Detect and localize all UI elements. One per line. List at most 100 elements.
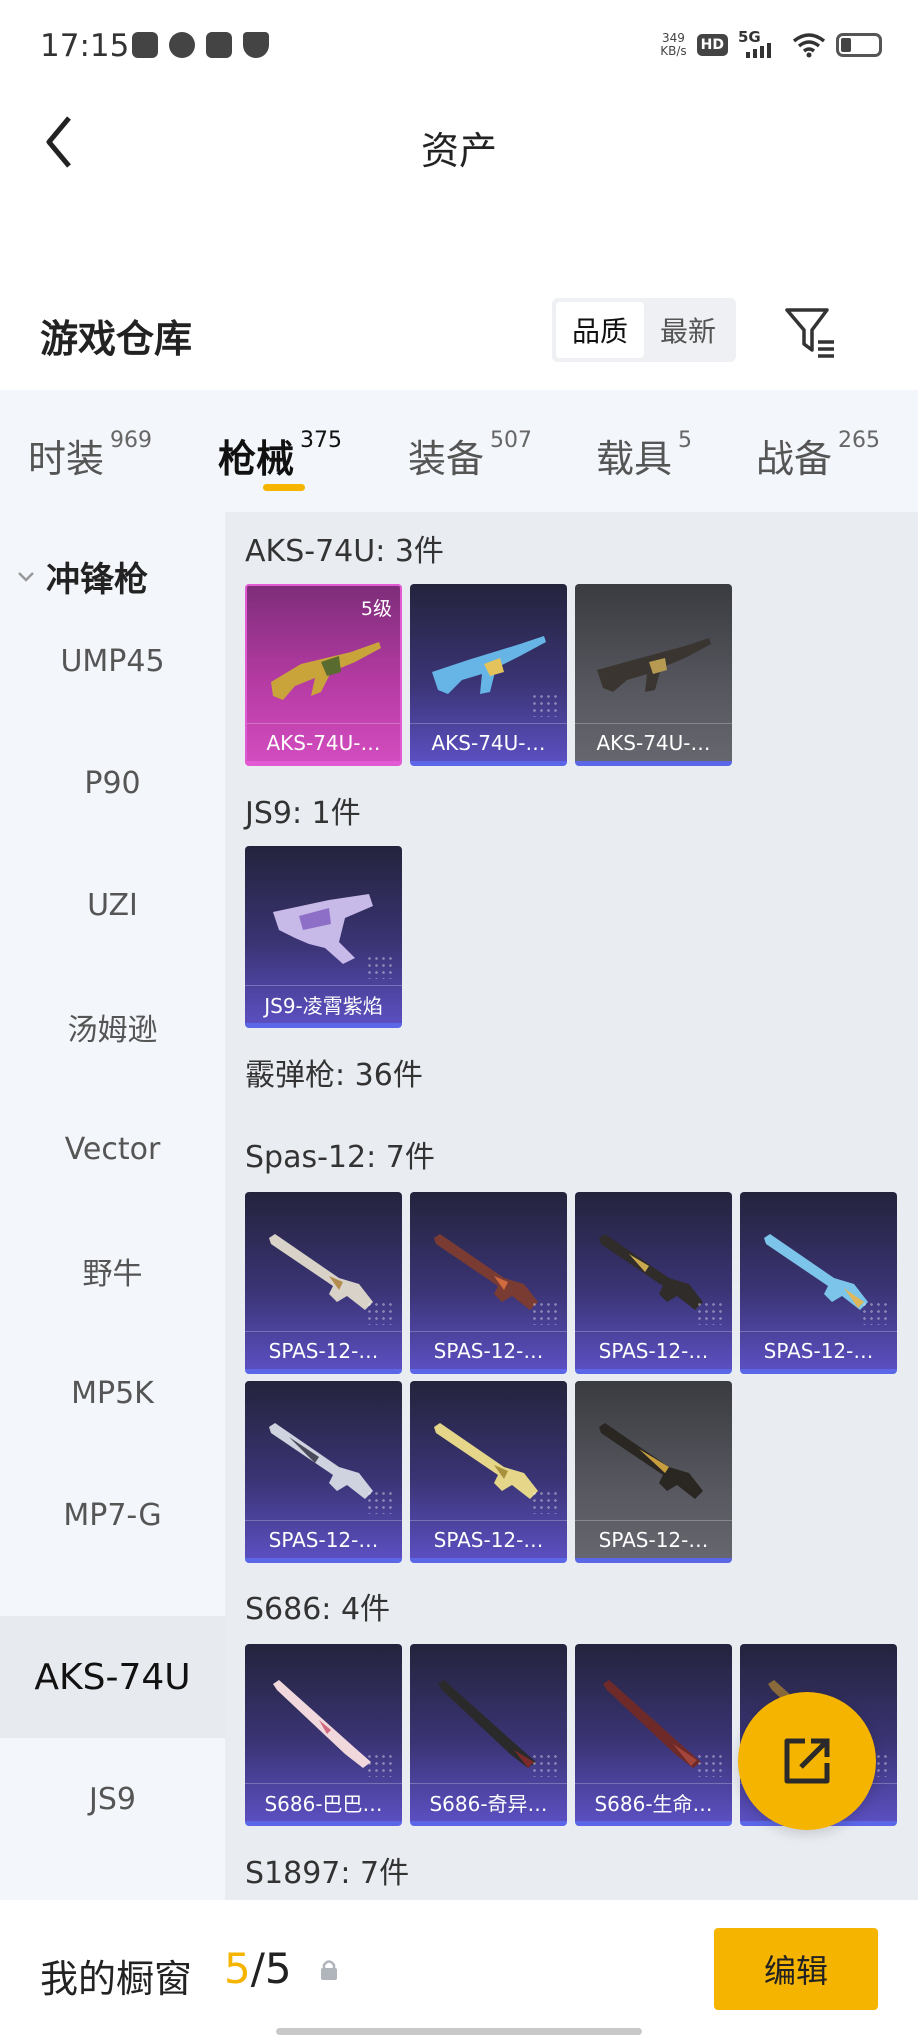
tab-equipment[interactable]: 装备 507 [408,428,532,483]
sidebar-item-uzi[interactable]: UZI [0,844,225,966]
weapon-card-name: SPAS-12-… [575,1331,732,1369]
card-pattern [696,1753,726,1777]
section-title-js9: JS9: 1件 [245,796,361,831]
cat-app-icon [169,32,195,58]
tab-label: 装备 [408,437,485,481]
tab-count: 5 [678,428,693,453]
tab-count: 375 [300,428,343,453]
weapon-card[interactable]: JS9-凌霄紫焰 [245,846,402,1028]
home-indicator[interactable] [276,2028,642,2035]
showcase-total: 5 [264,1944,292,1993]
sort-latest-button[interactable]: 最新 [644,302,732,358]
filter-button[interactable] [782,304,838,360]
showcase-bar: 我的橱窗 5/5 编辑 [0,1900,918,2040]
weapon-card[interactable]: 5级 AKS-74U-… [245,584,402,766]
sidebar-item-thompson[interactable]: 汤姆逊 [0,966,225,1088]
shotgun-skin-icon [599,1423,703,1499]
tab-supplies[interactable]: 战备 265 [756,428,880,483]
card-pattern [366,1490,396,1514]
tab-label: 载具 [596,437,673,481]
card-pattern [531,1490,561,1514]
weapon-card-name: SPAS-12-… [245,1520,402,1558]
tab-fashion[interactable]: 时装 969 [28,428,152,483]
weapon-card-name: AKS-74U-… [575,723,732,761]
status-bar: 17:15 349 KB/s HD 5G [0,0,918,92]
message-icon [132,32,158,58]
section-title-aks74u: AKS-74U: 3件 [245,534,444,569]
weapon-card-name: S686-生命… [575,1783,732,1821]
sidebar-item-ump45[interactable]: UMP45 [0,600,225,722]
weapon-card-name: SPAS-12-… [410,1520,567,1558]
weapon-card[interactable]: SPAS-12-… [245,1381,402,1563]
active-tab-indicator [263,484,305,491]
card-pattern [861,1301,891,1325]
page-title: 资产 [420,129,497,173]
tab-count: 969 [110,428,153,453]
weapon-card-name: SPAS-12-… [410,1331,567,1369]
edit-button[interactable]: 编辑 [714,1928,878,2010]
card-pattern [366,955,396,979]
sort-quality-button[interactable]: 品质 [556,302,644,358]
weapon-card[interactable]: SPAS-12-… [410,1381,567,1563]
warehouse-header: 游戏仓库 品质 最新 [0,290,918,380]
chevron-down-icon [18,571,34,582]
card-pattern [531,1301,561,1325]
net-speed-unit: KB/s [660,44,687,58]
tab-label: 时装 [28,437,105,481]
system-icons: 349 KB/s HD 5G [660,28,882,60]
tab-label: 枪械 [218,437,295,481]
weapon-card-name: JS9-凌霄紫焰 [245,985,402,1023]
weapon-card[interactable]: AKS-74U-… [410,584,567,766]
weapon-card-name: S686-巴巴… [245,1783,402,1821]
section-title-s686: S686: 4件 [245,1592,391,1627]
sidebar-item-mp5k[interactable]: MP5K [0,1332,225,1454]
section-title-spas12: Spas-12: 7件 [245,1140,435,1175]
battery-icon [836,33,882,57]
hd-icon: HD [696,34,728,56]
sidebar-item-p90[interactable]: P90 [0,722,225,844]
weapon-card[interactable]: S686-奇异… [410,1644,567,1826]
weapon-card[interactable]: S686-生命… [575,1644,732,1826]
section-title-shotgun: 霰弹枪: 36件 [245,1058,423,1093]
rifle-skin-icon [597,638,711,692]
weapon-card-name: AKS-74U-… [410,723,567,761]
app-icon [206,32,232,58]
sidebar-item-mp7g[interactable]: MP7-G [0,1454,225,1576]
sidebar-group-smg[interactable]: 冲锋枪 [16,552,148,601]
rifle-skin-icon [271,642,381,700]
weapon-card-name: AKS-74U-… [247,723,400,761]
tab-count: 507 [490,428,533,453]
weapon-card[interactable]: SPAS-12-… [575,1192,732,1374]
app-header: 资产 [0,92,918,192]
weapon-card[interactable]: S686-巴巴… [245,1644,402,1826]
sidebar-item-aks74u[interactable]: AKS-74U [0,1616,225,1738]
showcase-label: 我的橱窗 [40,1957,193,2001]
sidebar-item-js9[interactable]: JS9 [0,1738,225,1860]
sidebar-group-label: 冲锋枪 [46,560,148,600]
sidebar-item-vector[interactable]: Vector [0,1088,225,1210]
share-button[interactable] [738,1692,876,1830]
section-title-s1897: S1897: 7件 [245,1856,410,1891]
warehouse-title: 游戏仓库 [40,317,193,361]
status-time: 17:15 [40,28,130,64]
card-pattern [696,1301,726,1325]
wifi-icon [792,33,826,58]
share-icon [784,1738,830,1784]
weapon-card[interactable]: SPAS-12-… [575,1381,732,1563]
weapon-card-name: SPAS-12-… [245,1331,402,1369]
showcase-separator: / [250,1944,265,1993]
weapon-card-name: SPAS-12-… [740,1331,897,1369]
signal-icon: 5G [738,28,782,60]
shield-icon [243,32,269,58]
sidebar-item-bizon[interactable]: 野牛 [0,1210,225,1332]
weapon-card[interactable]: SPAS-12-… [245,1192,402,1374]
category-tabs: 时装 969 枪械 375 装备 507 载具 5 战备 265 [0,390,918,512]
weapon-card[interactable]: SPAS-12-… [740,1192,897,1374]
weapon-card[interactable]: SPAS-12-… [410,1192,567,1374]
tab-vehicles[interactable]: 载具 5 [596,428,692,483]
filter-icon [785,308,834,358]
tab-label: 战备 [756,437,833,481]
tab-weapons[interactable]: 枪械 375 [218,428,342,483]
weapon-card[interactable]: AKS-74U-… [575,584,732,766]
lock-icon [321,1960,337,1980]
